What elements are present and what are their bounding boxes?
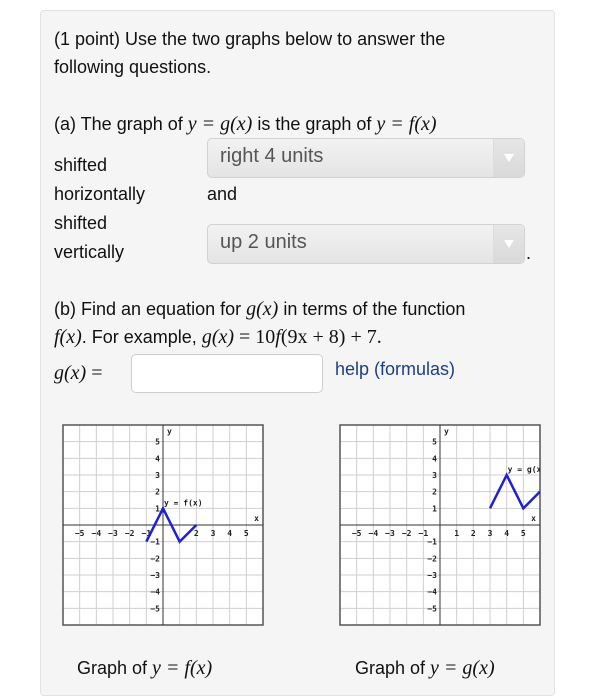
x-axis-label: x: [254, 514, 259, 523]
y-tick-label: −2: [150, 554, 160, 563]
y-axis-label: y: [167, 427, 172, 436]
example-rest: (9x + 8) + 7.: [280, 326, 382, 348]
y-tick-label: −4: [150, 588, 160, 597]
y-tick-label: −2: [427, 554, 437, 563]
chevron-down-icon: [504, 240, 514, 248]
part-b-prefix: (b) Find an equation for: [54, 299, 247, 319]
x-tick-label: −1: [419, 529, 429, 538]
y-tick-label: −1: [427, 538, 437, 547]
caption-f-math: y = f(x): [152, 657, 213, 679]
x-tick-label: 2: [194, 529, 199, 538]
y-tick-label: 5: [432, 438, 437, 447]
help-formulas-link[interactable]: help (formulas): [335, 359, 455, 380]
y-tick-label: −4: [427, 588, 437, 597]
part-b-line-2: f(x). For example, g(x) = 10f(9x + 8) + …: [54, 324, 382, 351]
g-expression: y = g(x): [187, 113, 253, 135]
x-tick-label: 5: [244, 529, 249, 538]
x-tick-label: −2: [125, 529, 135, 538]
part-b-suffix: in terms of the function: [278, 299, 466, 319]
x-tick-label: 3: [211, 529, 216, 538]
caption-g-math: y = g(x): [430, 657, 495, 679]
f-expression: y = f(x): [376, 113, 437, 135]
part-a-prefix: (a) The graph of: [54, 114, 188, 134]
part-b-example-label: . For example,: [81, 327, 202, 347]
part-a-question: (a) The graph of y = g(x) is the graph o…: [54, 111, 437, 138]
x-tick-label: 1: [454, 529, 459, 538]
horizontal-shift-select[interactable]: right 4 units: [207, 138, 525, 178]
x-tick-label: −5: [75, 529, 85, 538]
x-tick-label: 5: [521, 529, 526, 538]
answer-label-g: g(x): [54, 362, 87, 384]
part-b-g: g(x): [246, 298, 279, 320]
part-a-middle: is the graph of: [252, 114, 377, 134]
label-vertically: vertically: [54, 242, 125, 262]
y-tick-label: 4: [432, 454, 437, 463]
label-shifted-vertical: shifted: [54, 213, 108, 233]
chevron-down-icon: [504, 154, 514, 162]
y-tick-label: 3: [155, 471, 160, 480]
x-tick-label: 2: [471, 529, 476, 538]
y-tick-label: −3: [427, 571, 437, 580]
y-tick-label: 1: [155, 504, 160, 513]
y-tick-label: 1: [432, 504, 437, 513]
x-tick-label: −4: [369, 529, 379, 538]
x-tick-label: −2: [402, 529, 412, 538]
caption-g: Graph of y = g(x): [355, 655, 495, 682]
part-b-line-1: (b) Find an equation for g(x) in terms o…: [54, 296, 465, 323]
y-tick-label: −3: [150, 571, 160, 580]
graph-f: −5 −4 −3 −2 −1 2 3 4 554321−1−2−3−4−5xyy = f(x): [62, 424, 264, 626]
horizontal-shift-dropdown-toggle[interactable]: [493, 139, 524, 177]
y-tick-label: −5: [427, 604, 437, 613]
label-shifted-horizontal: shifted: [54, 155, 108, 175]
graph-g: −5 −4 −3 −2 −1 1 2 3 4 5 5 4 3 2 1 −1 −2 −3 −4 −5 x y y = g(x: [339, 424, 542, 626]
example-eq: = 10: [234, 326, 276, 348]
answer-input[interactable]: [131, 354, 323, 393]
part-b-f: f(x): [54, 326, 82, 348]
x-tick-label: 4: [504, 529, 509, 538]
intro-line-1: (1 point) Use the two graphs below to an…: [54, 29, 446, 49]
x-tick-label: −3: [108, 529, 118, 538]
vertical-shift-select[interactable]: up 2 units: [207, 224, 525, 264]
vertical-shift-value: up 2 units: [220, 231, 307, 253]
y-axis-label: y: [444, 427, 449, 436]
y-tick-label: 4: [155, 454, 160, 463]
x-tick-label: −5: [352, 529, 362, 538]
y-tick-label: 5: [155, 438, 160, 447]
caption-f-prefix: Graph of: [77, 658, 153, 678]
answer-label-eq: =: [86, 362, 103, 384]
caption-f: Graph of y = f(x): [77, 655, 212, 682]
x-tick-label: −4: [92, 529, 102, 538]
horizontal-shift-value: right 4 units: [220, 145, 324, 167]
x-tick-label: 3: [488, 529, 493, 538]
x-tick-label: −3: [385, 529, 395, 538]
vertical-shift-dropdown-toggle[interactable]: [493, 225, 524, 263]
y-tick-label: 3: [432, 471, 437, 480]
y-tick-label: 2: [432, 488, 437, 497]
y-tick-label: −1: [150, 538, 160, 547]
example-g: g(x): [201, 326, 235, 348]
caption-g-prefix: Graph of: [355, 658, 431, 678]
label-horizontally: horizontally: [54, 184, 146, 204]
y-tick-label: 2: [155, 488, 160, 497]
sentence-period: .: [526, 243, 532, 263]
intro-line-2: following questions.: [54, 57, 212, 77]
series-annotation: y = g(x: [508, 465, 542, 474]
x-tick-label: 4: [227, 529, 232, 538]
answer-label: g(x) =: [54, 360, 102, 387]
y-tick-label: −5: [150, 604, 160, 613]
series-annotation: y = f(x): [164, 498, 203, 507]
x-axis-label: x: [531, 514, 536, 523]
and-text: and: [207, 184, 238, 204]
